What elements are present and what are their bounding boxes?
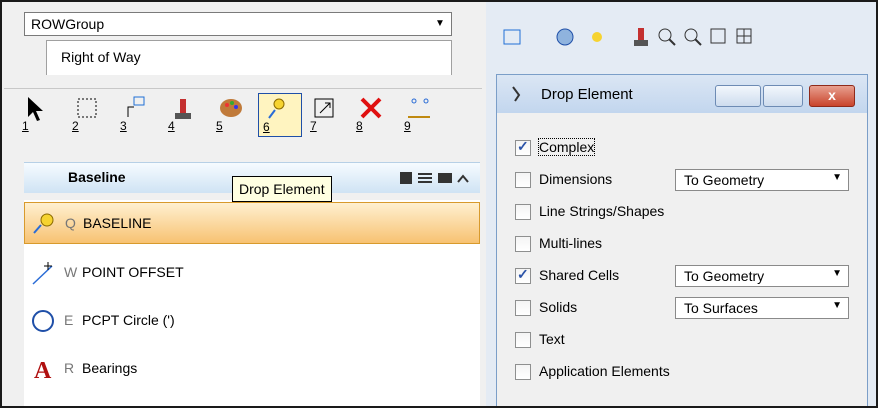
list-item-baseline[interactable]: Q BASELINE <box>24 202 480 244</box>
shortcut-key: R <box>64 360 75 376</box>
option-label: Dimensions <box>539 171 613 187</box>
dimensions-checkbox[interactable] <box>515 172 531 188</box>
view-toolbar <box>486 18 876 58</box>
zoom-in-icon[interactable] <box>656 26 678 48</box>
view-icon[interactable] <box>502 26 524 48</box>
solids-select[interactable]: To Surfaces ▼ <box>675 297 849 319</box>
tool-number: 8 <box>356 119 363 133</box>
tool-list: Q BASELINE W POINT OFFSET E PCPT Circle … <box>24 200 480 406</box>
option-label: Shared Cells <box>539 267 620 283</box>
option-label: Line Strings/Shapes <box>539 203 665 219</box>
group-combo[interactable]: ROWGroup ▼ <box>24 12 452 36</box>
solids-checkbox[interactable] <box>515 300 531 316</box>
text-a-icon: A <box>34 358 52 382</box>
select-value: To Geometry <box>684 268 765 284</box>
list-view-icon <box>400 172 469 184</box>
multi-lines-checkbox[interactable] <box>515 236 531 252</box>
dialog-titlebar[interactable]: Drop Element x <box>497 75 867 113</box>
point-offset-icon <box>32 262 53 285</box>
option-shared-cells[interactable]: Shared Cells To Geometry ▼ <box>515 265 855 289</box>
option-label: Complex <box>537 138 596 156</box>
app-window: ROWGroup ▼ Right of Way 1 2 3 4 5 6 7 8 … <box>0 0 878 408</box>
tool-3[interactable]: 3 <box>116 93 158 135</box>
option-label: Application Elements <box>539 363 670 379</box>
application-elements-checkbox[interactable] <box>515 364 531 380</box>
chevron-down-icon: ▼ <box>832 268 842 279</box>
select-value: To Surfaces <box>684 300 758 316</box>
tab-right-of-way[interactable]: Right of Way <box>46 40 452 75</box>
item-label: Bearings <box>82 360 138 376</box>
tool-5[interactable]: 5 <box>212 93 254 135</box>
tool-number: 6 <box>263 120 270 134</box>
dimensions-select[interactable]: To Geometry ▼ <box>675 169 849 191</box>
fit-view-icon[interactable] <box>734 26 756 48</box>
view-mode-icons[interactable] <box>400 170 470 189</box>
tool-number: 2 <box>72 119 79 133</box>
zoom-out-icon[interactable] <box>682 26 704 48</box>
list-item-bearings[interactable]: A R Bearings <box>24 348 478 388</box>
tool-number: 5 <box>216 119 223 133</box>
item-label: PCPT Circle (') <box>82 312 175 328</box>
group-header-label: Baseline <box>68 169 126 185</box>
tool-number: 4 <box>168 119 175 133</box>
item-label: BASELINE <box>83 215 152 231</box>
tool-8[interactable]: 8 <box>352 93 394 135</box>
bucket-icon[interactable] <box>630 26 652 48</box>
option-label: Text <box>539 331 565 347</box>
tool-1[interactable]: 1 <box>18 93 60 135</box>
tool-number: 9 <box>404 119 411 133</box>
drop-element-dialog: Drop Element x Complex Dimensions To Geo… <box>496 74 868 406</box>
tool-number: 3 <box>120 119 127 133</box>
restore-button[interactable] <box>763 85 803 107</box>
text-checkbox[interactable] <box>515 332 531 348</box>
render-icon[interactable] <box>554 26 576 48</box>
tool-number: 7 <box>310 119 317 133</box>
tool-6-drop-element[interactable]: 6 <box>258 93 302 137</box>
window-area-icon[interactable] <box>708 26 730 48</box>
tool-7[interactable]: 7 <box>306 93 348 135</box>
tool-number: 1 <box>22 119 29 133</box>
light-icon[interactable] <box>586 26 608 48</box>
tool-4[interactable]: 4 <box>164 93 206 135</box>
circle-icon <box>32 310 54 332</box>
chevron-down-icon: ▼ <box>832 300 842 311</box>
shortcut-key: E <box>64 312 74 328</box>
list-item-pcpt-circle[interactable]: E PCPT Circle (') <box>24 300 478 340</box>
main-area: Drop Element x Complex Dimensions To Geo… <box>486 2 876 406</box>
shared-cells-checkbox[interactable] <box>515 266 531 284</box>
item-label: POINT OFFSET <box>82 264 184 280</box>
option-label: Solids <box>539 299 578 315</box>
tool-strip: 1 2 3 4 5 6 7 8 9 <box>4 88 482 149</box>
option-dimensions[interactable]: Dimensions To Geometry ▼ <box>515 169 855 193</box>
option-label: Multi-lines <box>539 235 603 251</box>
chevron-down-icon: ▼ <box>832 172 842 183</box>
shortcut-key: W <box>64 264 78 280</box>
tool-panel: ROWGroup ▼ Right of Way 1 2 3 4 5 6 7 8 … <box>2 2 486 406</box>
tool-2[interactable]: 2 <box>68 93 110 135</box>
drop-element-icon <box>33 213 54 234</box>
shortcut-key: Q <box>65 215 76 231</box>
select-value: To Geometry <box>684 172 765 188</box>
close-button[interactable]: x <box>809 85 855 107</box>
tool-9[interactable]: 9 <box>400 93 442 135</box>
drop-element-icon <box>512 86 521 102</box>
minimize-button[interactable] <box>715 85 761 107</box>
chevron-down-icon[interactable]: ▼ <box>429 13 451 35</box>
list-item-point-offset[interactable]: W POINT OFFSET <box>24 252 478 292</box>
complex-checkbox[interactable] <box>515 138 531 156</box>
tooltip: Drop Element <box>232 176 332 202</box>
dialog-title: Drop Element <box>541 86 633 103</box>
tab-label: Right of Way <box>61 49 141 65</box>
group-combo-value: ROWGroup <box>31 16 105 32</box>
option-solids[interactable]: Solids To Surfaces ▼ <box>515 297 855 321</box>
shared-cells-select[interactable]: To Geometry ▼ <box>675 265 849 287</box>
line-strings-checkbox[interactable] <box>515 204 531 220</box>
svg-text:A: A <box>34 358 52 382</box>
